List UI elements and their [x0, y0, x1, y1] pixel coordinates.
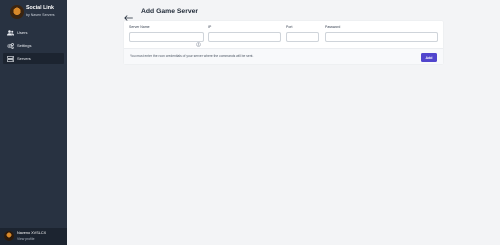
- avatar: [4, 231, 14, 241]
- page-header: Add Game Server: [124, 6, 199, 21]
- help-text: You must enter the rcon credentials of y…: [130, 54, 254, 58]
- sidebar-item-servers[interactable]: Servers: [3, 53, 64, 64]
- server-icon: [7, 55, 14, 62]
- add-server-form: Server Name IP Port Password You must en…: [124, 21, 443, 64]
- users-icon: [7, 29, 14, 36]
- sidebar-item-label: Users: [17, 30, 28, 35]
- autofill-icon: [196, 34, 201, 47]
- sidebar-item-label: Servers: [17, 56, 31, 61]
- sidebar: Social Link by Naven Servers Users Setti…: [0, 0, 67, 245]
- brand-logo: [10, 5, 24, 19]
- brand[interactable]: Social Link by Naven Servers: [10, 4, 67, 22]
- password-input[interactable]: [325, 32, 438, 42]
- user-profile[interactable]: Naveno XVSLCX View profile: [0, 228, 67, 245]
- form-footer: You must enter the rcon credentials of y…: [124, 48, 443, 64]
- port-input[interactable]: [286, 32, 319, 42]
- add-button[interactable]: Add: [421, 53, 437, 62]
- sidebar-item-users[interactable]: Users: [3, 27, 64, 38]
- view-profile-link[interactable]: View profile: [17, 237, 34, 241]
- gears-icon: [7, 42, 14, 49]
- back-arrow-icon[interactable]: [124, 8, 133, 21]
- brand-subtitle: by Naven Servers: [26, 13, 55, 17]
- sidebar-nav: Users Settings Servers: [0, 26, 67, 66]
- page-title: Add Game Server: [141, 7, 199, 15]
- user-name: Naveno XVSLCX: [17, 231, 47, 235]
- ip-input[interactable]: [208, 32, 281, 42]
- password-label: Password: [325, 25, 341, 29]
- sidebar-item-settings[interactable]: Settings: [3, 40, 64, 51]
- server-name-label: Server Name: [129, 25, 150, 29]
- port-label: Port: [286, 25, 293, 29]
- server-name-input[interactable]: [129, 32, 204, 42]
- sidebar-item-label: Settings: [17, 43, 32, 48]
- ip-label: IP: [208, 25, 212, 29]
- brand-title: Social Link: [26, 5, 54, 11]
